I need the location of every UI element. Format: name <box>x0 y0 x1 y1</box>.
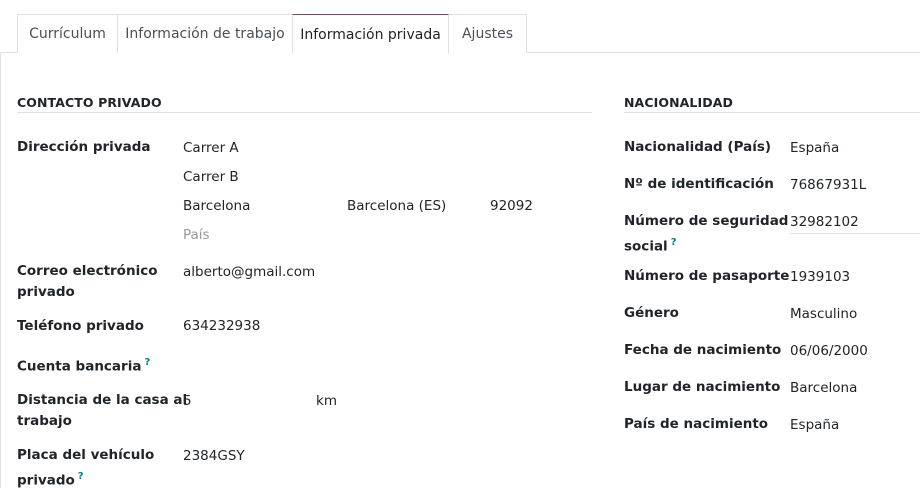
nationality-field[interactable]: España <box>790 138 839 159</box>
section-divider <box>624 112 920 113</box>
label-line: social <box>624 238 668 255</box>
distance-unit: km <box>316 393 337 409</box>
section-title-nationality: NACIONALIDAD <box>624 95 733 110</box>
label-line: trabajo <box>17 413 72 429</box>
state-field[interactable]: Barcelona (ES) <box>347 196 446 217</box>
label-line: privado <box>17 472 75 489</box>
birthday-label: Fecha de nacimiento <box>624 342 782 358</box>
home-work-distance-label: Distancia de la casa al trabajo <box>17 390 187 432</box>
label-line: Distancia de la casa al <box>17 392 188 408</box>
private-phone-label: Teléfono privado <box>17 318 144 334</box>
tab-curriculum[interactable]: Currículum <box>17 14 118 53</box>
private-email-field[interactable]: alberto@gmail.com <box>183 262 315 283</box>
tab-bar: Currículum Información de trabajo Inform… <box>0 0 920 54</box>
section-title-private-contact: CONTACTO PRIVADO <box>17 95 162 110</box>
zip-field[interactable]: 92092 <box>490 196 533 217</box>
ssn-label: Número de seguridad social? <box>624 211 788 258</box>
ssn-field[interactable]: 32982102 <box>790 212 859 233</box>
city-field[interactable]: Barcelona <box>183 196 250 217</box>
private-address-label: Dirección privada <box>17 139 151 155</box>
passport-field[interactable]: 1939103 <box>790 267 850 288</box>
birthday-field[interactable]: 06/06/2000 <box>790 341 868 362</box>
gender-select[interactable]: Masculino <box>790 304 857 325</box>
bank-account-label: Cuenta bancaria? <box>17 352 150 378</box>
street-field[interactable]: Carrer A <box>183 138 239 159</box>
country-field[interactable]: País <box>183 225 210 246</box>
help-icon[interactable]: ? <box>671 237 677 248</box>
private-car-plate-label: Placa del vehículo privado? <box>17 445 154 492</box>
tab-label: Información privada <box>300 26 441 43</box>
tab-label: Currículum <box>29 26 106 42</box>
label-line: Número de seguridad <box>624 213 789 229</box>
gender-label: Género <box>624 305 679 321</box>
label-text: Cuenta bancaria <box>17 358 142 375</box>
label-line: Placa del vehículo <box>17 447 155 463</box>
identification-id-label: Nº de identificación <box>624 176 774 192</box>
tab-work-information[interactable]: Información de trabajo <box>117 14 293 53</box>
tab-label: Ajustes <box>461 26 514 42</box>
nationality-label: Nacionalidad (País) <box>624 139 772 155</box>
private-car-plate-field[interactable]: 2384GSY <box>183 446 245 467</box>
private-phone-field[interactable]: 634232938 <box>183 316 260 337</box>
label-line: Correo electrónico <box>17 263 158 279</box>
identification-id-field[interactable]: 76867931L <box>790 175 866 196</box>
ssn-field-underline <box>790 233 920 234</box>
birth-country-label: País de nacimiento <box>624 416 769 432</box>
help-icon[interactable]: ? <box>144 357 150 368</box>
birth-country-field[interactable]: España <box>790 415 839 436</box>
private-email-label: Correo electrónico privado <box>17 261 157 303</box>
label-line: privado <box>17 284 75 300</box>
passport-label: Número de pasaporte <box>624 268 790 284</box>
help-icon[interactable]: ? <box>78 471 84 482</box>
street2-field[interactable]: Carrer B <box>183 167 239 188</box>
tab-label: Información de trabajo <box>125 26 285 42</box>
distance-field[interactable]: 5 <box>183 391 192 412</box>
tab-private-information[interactable]: Información privada <box>292 14 449 54</box>
section-divider <box>17 112 592 113</box>
content-left-border <box>0 53 1 488</box>
tab-settings[interactable]: Ajustes <box>448 14 527 53</box>
birthplace-field[interactable]: Barcelona <box>790 378 857 399</box>
birthplace-label: Lugar de nacimiento <box>624 379 781 395</box>
